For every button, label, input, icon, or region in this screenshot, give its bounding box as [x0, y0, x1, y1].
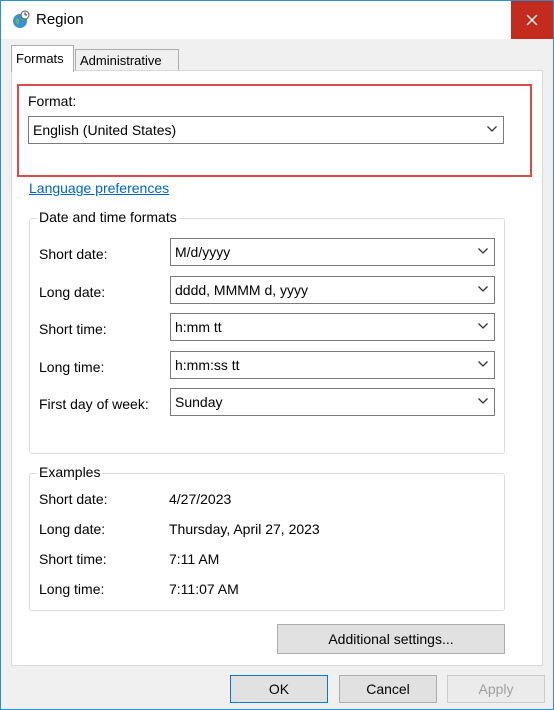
example-short-date-label: Short date: — [39, 491, 108, 507]
close-icon — [526, 14, 538, 26]
window-title: Region — [36, 11, 84, 28]
example-short-time-label: Short time: — [39, 551, 107, 567]
example-short-date-value: 4/27/2023 — [169, 491, 232, 507]
title-bar: Region — [1, 1, 553, 39]
additional-settings-button[interactable]: Additional settings... — [277, 624, 505, 654]
chevron-down-icon — [478, 323, 488, 329]
long-time-value: h:mm:ss tt — [175, 357, 240, 373]
globe-clock-icon — [11, 10, 31, 30]
tab-administrative[interactable]: Administrative — [75, 49, 179, 71]
short-time-value: h:mm tt — [175, 319, 222, 335]
example-long-time-label: Long time: — [39, 581, 105, 597]
long-date-dropdown[interactable]: dddd, MMMM d, yyyy — [170, 276, 495, 304]
chevron-down-icon — [478, 286, 488, 292]
short-time-dropdown[interactable]: h:mm tt — [170, 313, 495, 341]
example-long-date-label: Long date: — [39, 521, 106, 537]
long-date-label: Long date: — [39, 284, 106, 300]
format-label: Format: — [28, 93, 77, 109]
examples-group: Examples Short date: 4/27/2023 Long date… — [29, 464, 505, 611]
date-time-formats-group: Date and time formats Short date: M/d/yy… — [29, 209, 505, 454]
first-day-of-week-label: First day of week: — [39, 396, 149, 412]
example-long-date-value: Thursday, April 27, 2023 — [169, 521, 320, 537]
cancel-button[interactable]: Cancel — [339, 675, 437, 703]
short-date-value: M/d/yyyy — [175, 244, 231, 260]
first-day-of-week-value: Sunday — [175, 394, 223, 410]
short-date-label: Short date: — [39, 246, 108, 262]
chevron-down-icon — [478, 361, 488, 367]
long-time-dropdown[interactable]: h:mm:ss tt — [170, 351, 495, 379]
long-date-value: dddd, MMMM d, yyyy — [175, 282, 309, 298]
tab-formats[interactable]: Formats — [11, 45, 74, 72]
apply-button[interactable]: Apply — [447, 675, 545, 703]
short-time-label: Short time: — [39, 321, 107, 337]
chevron-down-icon — [487, 126, 497, 132]
date-time-formats-title: Date and time formats — [37, 209, 179, 225]
examples-title: Examples — [37, 464, 103, 480]
format-value: English (United States) — [33, 122, 177, 138]
formats-panel: Format: English (United States) Language… — [11, 70, 543, 666]
chevron-down-icon — [478, 248, 488, 254]
region-dialog: Region Formats Administrative Format: En… — [0, 0, 554, 710]
first-day-of-week-dropdown[interactable]: Sunday — [170, 388, 495, 416]
example-long-time-value: 7:11:07 AM — [169, 581, 239, 597]
example-short-time-value: 7:11 AM — [169, 551, 220, 567]
ok-button[interactable]: OK — [230, 675, 328, 703]
close-button[interactable] — [511, 1, 553, 39]
language-preferences-link[interactable]: Language preferences — [29, 180, 169, 196]
chevron-down-icon — [478, 398, 488, 404]
long-time-label: Long time: — [39, 359, 105, 375]
format-dropdown[interactable]: English (United States) — [28, 116, 504, 144]
short-date-dropdown[interactable]: M/d/yyyy — [170, 238, 495, 266]
